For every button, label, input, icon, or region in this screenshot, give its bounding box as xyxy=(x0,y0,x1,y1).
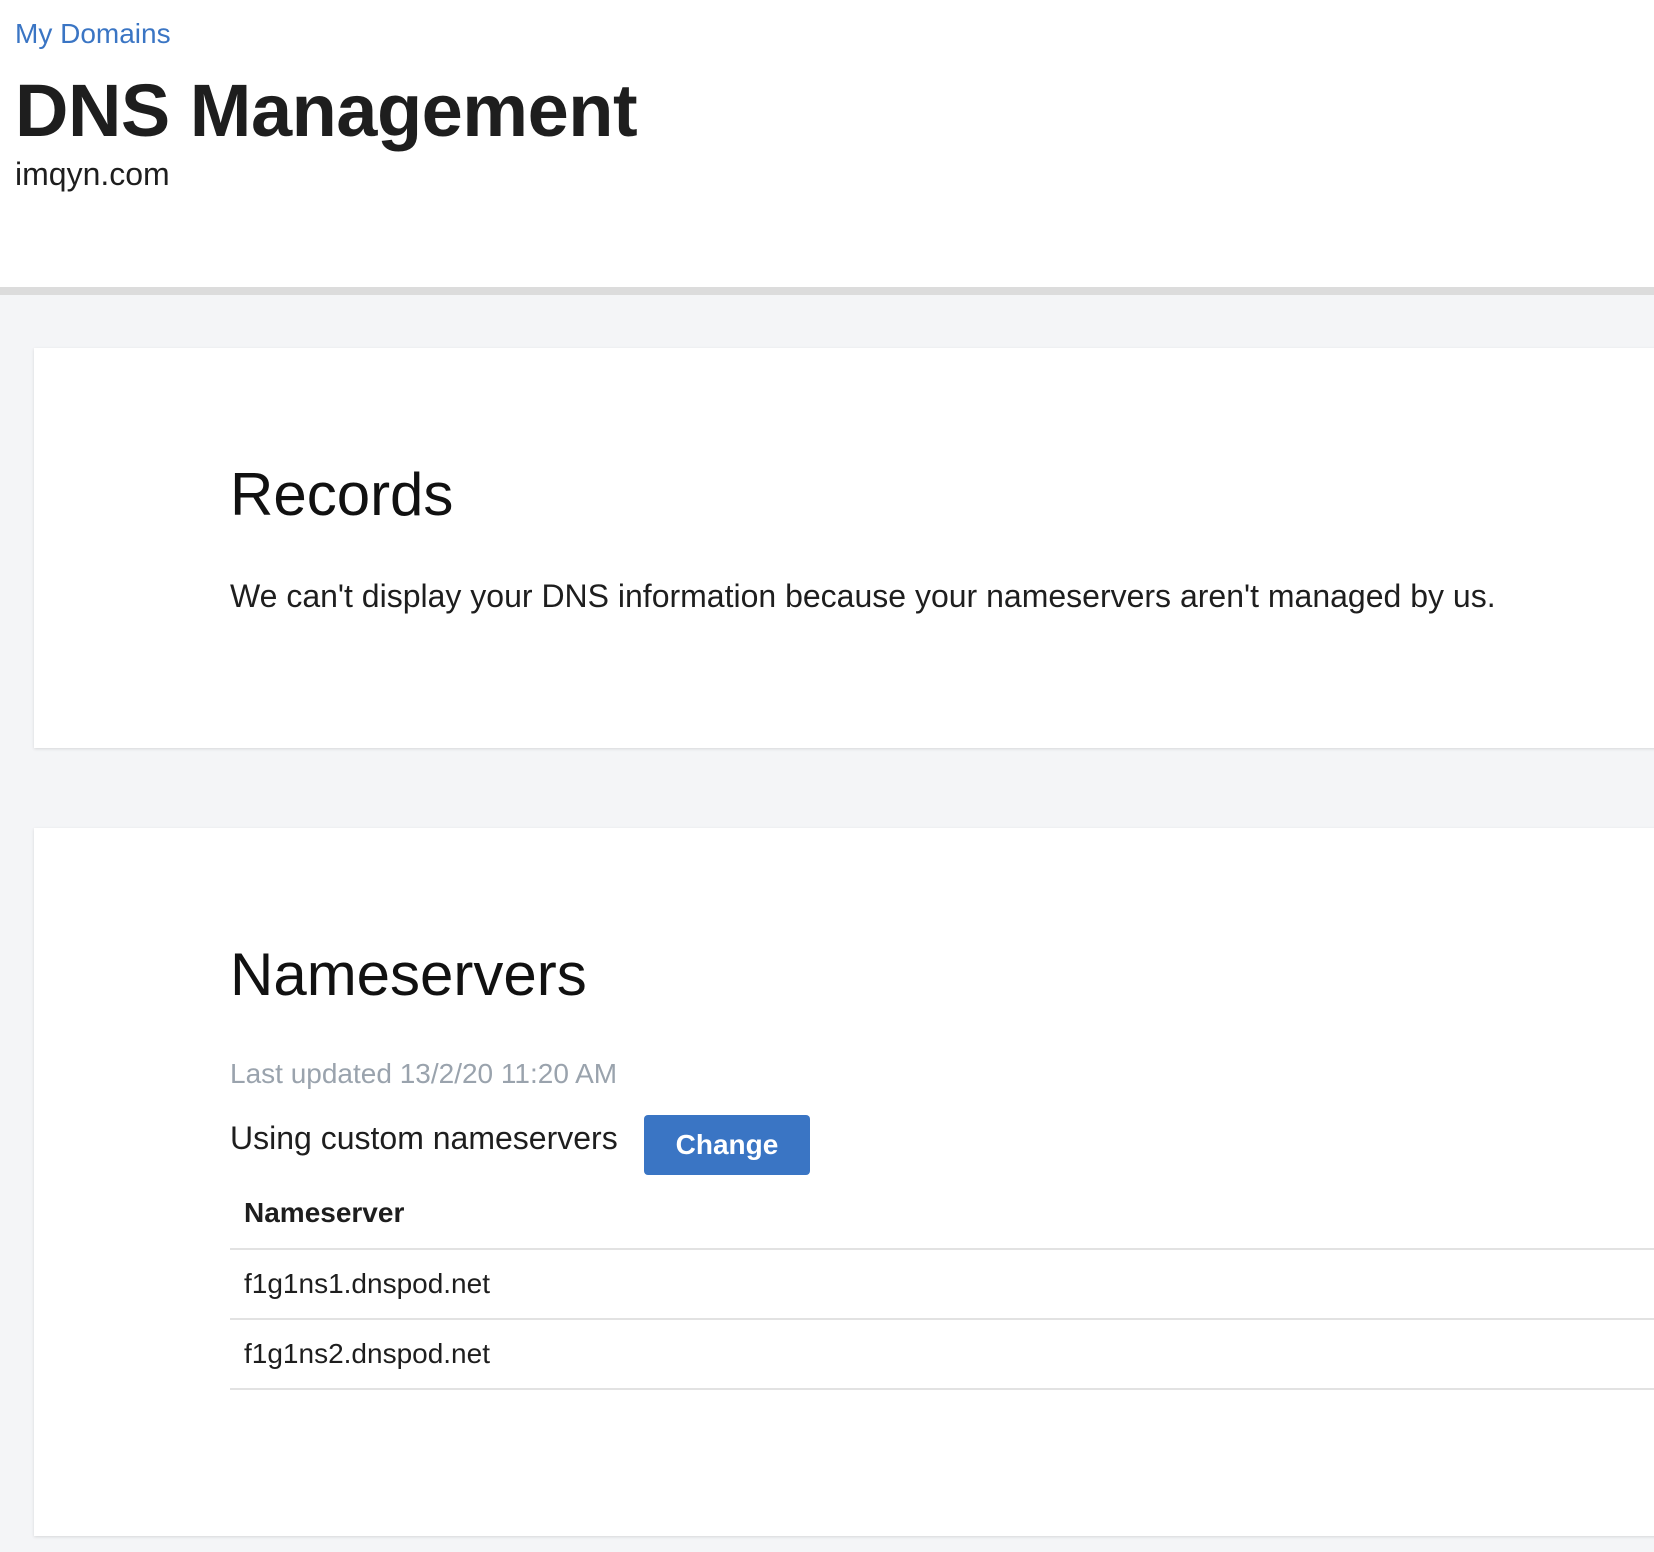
nameserver-table: Nameserver f1g1ns1.dnspod.net f1g1ns2.dn… xyxy=(230,1178,1654,1390)
nameserver-value: f1g1ns2.dnspod.net xyxy=(230,1319,1654,1390)
last-updated-timestamp: Last updated 13/2/20 11:20 AM xyxy=(230,1058,618,1089)
breadcrumb-my-domains[interactable]: My Domains xyxy=(15,18,171,50)
table-row: f1g1ns2.dnspod.net xyxy=(230,1319,1654,1390)
domain-name: imqyn.com xyxy=(15,156,170,192)
records-title: Records xyxy=(230,461,454,528)
records-message: We can't display your DNS information be… xyxy=(230,578,1496,614)
nameservers-title: Nameservers xyxy=(230,941,587,1008)
table-header-row: Nameserver xyxy=(230,1178,1654,1250)
main-content: Records We can't display your DNS inform… xyxy=(0,295,1654,1552)
header-divider xyxy=(0,287,1654,295)
change-nameservers-button[interactable]: Change xyxy=(644,1115,810,1175)
page-header: My Domains DNS Management imqyn.com xyxy=(0,0,1654,287)
nameserver-status: Using custom nameservers xyxy=(230,1120,618,1156)
records-card: Records We can't display your DNS inform… xyxy=(34,348,1654,748)
nameservers-card: Nameservers Last updated 13/2/20 11:20 A… xyxy=(34,828,1654,1536)
page-title: DNS Management xyxy=(15,69,638,152)
nameserver-column-header: Nameserver xyxy=(230,1178,1654,1250)
table-row: f1g1ns1.dnspod.net xyxy=(230,1249,1654,1320)
nameserver-value: f1g1ns1.dnspod.net xyxy=(230,1249,1654,1320)
